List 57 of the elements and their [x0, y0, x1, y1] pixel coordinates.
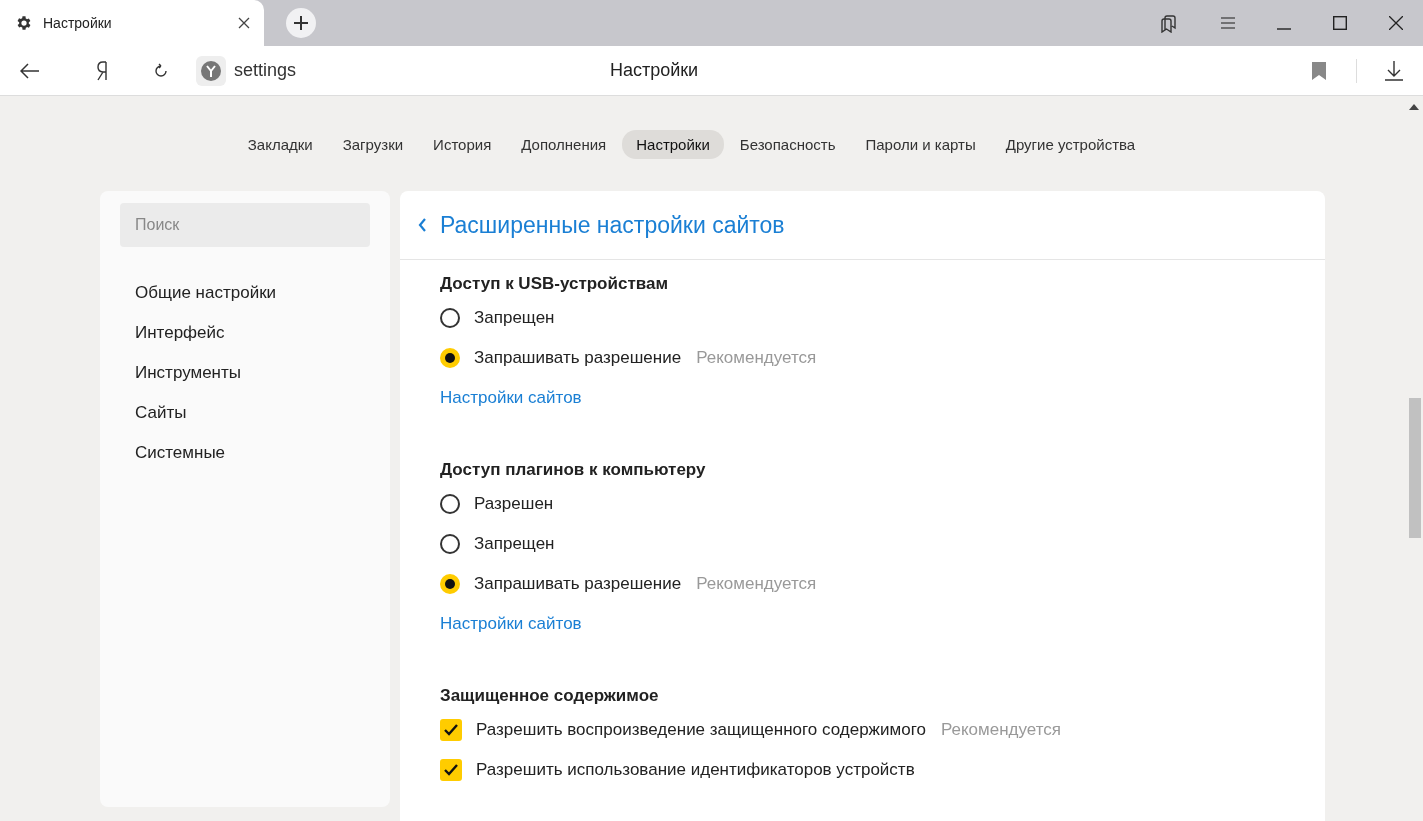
radio-button[interactable]: [440, 534, 460, 554]
checkbox[interactable]: [440, 759, 462, 781]
chevron-left-icon[interactable]: [418, 218, 427, 232]
plus-icon[interactable]: [293, 15, 309, 31]
sidebar-item[interactable]: Сайты: [120, 393, 187, 433]
nav-tab[interactable]: Загрузки: [328, 130, 418, 159]
new-tab-button[interactable]: [286, 8, 316, 38]
site-settings-link[interactable]: Настройки сайтов: [440, 378, 582, 418]
sidebar-item[interactable]: Инструменты: [120, 353, 241, 393]
panel-title: Расширенные настройки сайтов: [440, 211, 785, 239]
section-title: Доступ плагинов к компьютеру: [440, 459, 706, 481]
page-title: Настройки: [608, 60, 700, 81]
option-label: Запрашивать разрешение: [474, 348, 682, 368]
recommended-note: Рекомендуется: [940, 720, 1061, 740]
sidebar-item[interactable]: Интерфейс: [120, 313, 225, 353]
letter-ya-icon[interactable]: [96, 60, 110, 81]
nav-tab[interactable]: Настройки: [622, 130, 724, 159]
gear-icon: [15, 14, 33, 32]
option-label: Разрешить воспроизведение защищенного содержимого: [476, 720, 926, 740]
sidebar-item[interactable]: Общие настройки: [120, 273, 277, 313]
section-title: Доступ к USB-устройствам: [440, 273, 668, 295]
maximize-icon[interactable]: [1333, 16, 1347, 30]
option-label: Запрещен: [474, 308, 555, 328]
site-settings-link[interactable]: Настройки сайтов: [440, 604, 582, 644]
option-label: Разрешить использование идентификаторов устройств: [476, 760, 915, 780]
close-icon[interactable]: [238, 17, 250, 29]
recommended-note: Рекомендуется: [696, 574, 817, 594]
bookmark-icon[interactable]: [1312, 61, 1326, 80]
checkmark-icon: [444, 724, 458, 736]
nav-tab[interactable]: Пароли и карты: [851, 130, 990, 159]
recommended-note: Рекомендуется: [696, 348, 817, 368]
scroll-up-icon[interactable]: [1409, 104, 1419, 110]
radio-button[interactable]: [440, 494, 460, 514]
address-text[interactable]: settings: [234, 60, 297, 81]
tab-title: Настройки: [43, 15, 113, 31]
menu-icon[interactable]: [1221, 17, 1235, 29]
browser-tab[interactable]: Настройки: [0, 0, 264, 46]
bookmarks-icon[interactable]: [1159, 13, 1179, 33]
option-label: Запрашивать разрешение: [474, 574, 682, 594]
close-icon[interactable]: [1389, 16, 1403, 30]
option-label: Разрешен: [474, 494, 554, 514]
checkbox[interactable]: [440, 719, 462, 741]
nav-tab[interactable]: Безопасность: [725, 130, 850, 159]
radio-button[interactable]: [440, 308, 460, 328]
checkmark-icon: [444, 764, 458, 776]
scrollbar-thumb[interactable]: [1409, 398, 1421, 538]
sidebar-item[interactable]: Системные: [120, 433, 226, 473]
option-label: Запрещен: [474, 534, 555, 554]
site-icon[interactable]: [196, 55, 226, 86]
reload-icon[interactable]: [152, 61, 170, 80]
section-title: Защищенное содержимое: [440, 685, 659, 707]
nav-tab[interactable]: Другие устройства: [991, 130, 1150, 159]
nav-tab[interactable]: Закладки: [233, 130, 327, 159]
back-icon[interactable]: [20, 62, 40, 79]
download-icon[interactable]: [1385, 60, 1403, 81]
nav-tab[interactable]: Дополнения: [507, 130, 621, 159]
nav-tab[interactable]: История: [419, 130, 506, 159]
